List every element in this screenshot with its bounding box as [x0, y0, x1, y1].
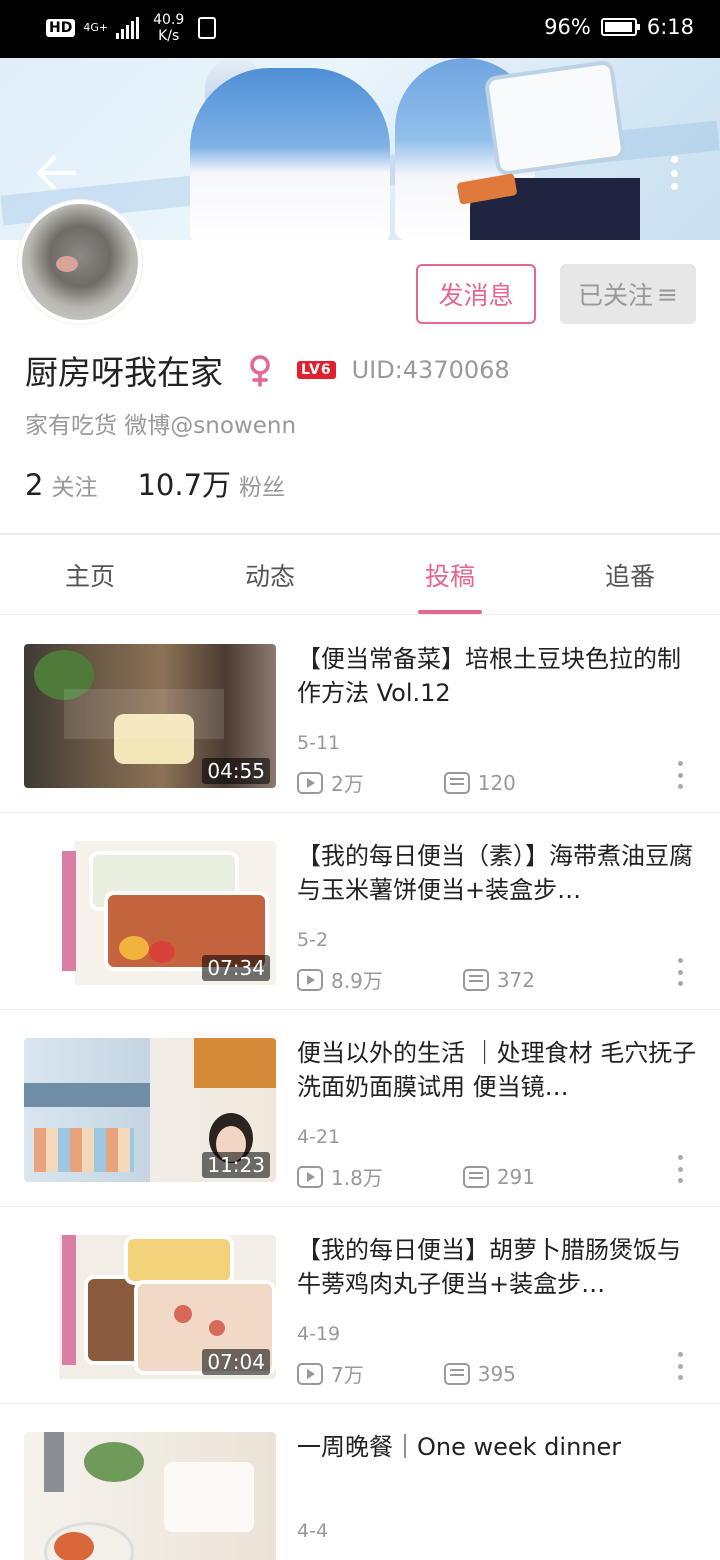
video-title[interactable]: 【我的每日便当（素）】海带煮油豆腐与玉米薯饼便当+装盒步… [297, 839, 697, 907]
comment-count: 395 [477, 1361, 516, 1386]
send-message-button[interactable]: 发消息 [416, 264, 536, 324]
video-thumbnail[interactable] [24, 1432, 276, 1560]
comment-count: 120 [477, 770, 516, 795]
video-date: 4-4 [297, 1520, 329, 1542]
video-date: 5-2 [297, 929, 329, 951]
video-meta: 2万 120 [297, 768, 516, 797]
username: 厨房呀我在家 [25, 353, 223, 392]
view-count: 2万 [331, 772, 364, 796]
speed-unit: K/s [158, 28, 180, 44]
fans-label[interactable]: 粉丝 [239, 468, 285, 502]
video-date: 4-19 [297, 1323, 341, 1345]
tab-bangumi[interactable]: 追番 [540, 535, 720, 614]
video-duration: 07:04 [202, 1349, 270, 1375]
video-meta: 7万 395 [297, 1359, 516, 1388]
more-options-icon[interactable] [676, 1352, 684, 1380]
network-speed: 40.9 K/s [153, 12, 184, 44]
comment-count: 372 [496, 967, 535, 992]
following-label[interactable]: 关注 [51, 468, 97, 502]
view-count: 7万 [331, 1363, 364, 1387]
signal-icon [116, 17, 140, 39]
video-date: 5-11 [297, 732, 341, 754]
comment-icon [462, 1165, 489, 1188]
video-item[interactable]: 07:34 【我的每日便当（素）】海带煮油豆腐与玉米薯饼便当+装盒步… 5-2 … [0, 813, 720, 1010]
tab-dynamics[interactable]: 动态 [180, 535, 360, 614]
clock: 6:18 [646, 15, 694, 39]
following-count[interactable]: 2 [25, 468, 43, 502]
female-icon [250, 355, 270, 387]
video-item[interactable]: 07:04 【我的每日便当】胡萝卜腊肠煲饭与牛蒡鸡肉丸子便当+装盒步… 4-19… [0, 1207, 720, 1404]
profile-tabs: 主页 动态 投稿 追番 [0, 535, 720, 615]
comment-icon [443, 1362, 470, 1385]
fans-count[interactable]: 10.7万 [137, 462, 231, 504]
more-options-icon[interactable] [676, 761, 684, 789]
video-title[interactable]: 【便当常备菜】培根土豆块色拉的制作方法 Vol.12 [297, 642, 697, 710]
profile-stats: 2 关注 10.7万 粉丝 [25, 462, 285, 504]
play-count-icon [297, 1362, 323, 1385]
arrow-left-icon[interactable] [34, 153, 78, 193]
level-badge: LV6 [297, 361, 336, 379]
play-count-icon [297, 1165, 323, 1188]
video-item[interactable]: 一周晚餐｜One week dinner 4-4 [0, 1404, 720, 1560]
uid-text: UID:4370068 [351, 356, 510, 384]
video-duration: 07:34 [202, 955, 270, 981]
video-duration: 11:23 [202, 1152, 270, 1178]
video-thumbnail[interactable]: 07:04 [24, 1235, 276, 1379]
view-count: 1.8万 [331, 1166, 383, 1190]
video-date: 4-21 [297, 1126, 341, 1148]
hd-badge: HD [46, 19, 76, 37]
followed-button[interactable]: 已关注 ≡ [560, 264, 696, 324]
video-title[interactable]: 一周晚餐｜One week dinner [297, 1430, 697, 1464]
profile-name-row: 厨房呀我在家 LV6 UID:4370068 [25, 346, 510, 394]
status-left: HD 4G+ 40.9 K/s [46, 12, 217, 44]
video-item[interactable]: 04:55 【便当常备菜】培根土豆块色拉的制作方法 Vol.12 5-11 2万… [0, 616, 720, 813]
speed-value: 40.9 [153, 12, 185, 28]
followed-label: 已关注 [578, 281, 654, 310]
tab-home[interactable]: 主页 [0, 535, 180, 614]
video-list: 04:55 【便当常备菜】培根土豆块色拉的制作方法 Vol.12 5-11 2万… [0, 616, 720, 1560]
battery-icon [600, 18, 640, 36]
video-item[interactable]: 11:23 便当以外的生活 ｜处理食材 毛穴抚子洗面奶面膜试用 便当镜… 4-2… [0, 1010, 720, 1207]
comment-icon [443, 771, 470, 794]
video-thumbnail[interactable]: 04:55 [24, 644, 276, 788]
more-options-icon[interactable] [676, 958, 684, 986]
status-right: 96% 6:18 [544, 15, 694, 39]
video-duration: 04:55 [202, 758, 270, 784]
video-meta: 1.8万 291 [297, 1162, 535, 1191]
more-options-icon[interactable] [676, 1155, 684, 1183]
vibrate-icon [198, 17, 217, 39]
more-vertical-icon[interactable] [664, 153, 684, 193]
play-count-icon [297, 771, 323, 794]
menu-lines-icon: ≡ [657, 279, 678, 309]
video-thumbnail[interactable]: 11:23 [24, 1038, 276, 1182]
network-type: 4G+ [83, 21, 109, 34]
video-title[interactable]: 【我的每日便当】胡萝卜腊肠煲饭与牛蒡鸡肉丸子便当+装盒步… [297, 1233, 697, 1301]
status-bar: HD 4G+ 40.9 K/s 96% 6:18 [0, 0, 720, 58]
video-title[interactable]: 便当以外的生活 ｜处理食材 毛穴抚子洗面奶面膜试用 便当镜… [297, 1036, 697, 1104]
battery-percent: 96% [544, 15, 591, 39]
avatar[interactable] [18, 200, 142, 324]
video-thumbnail[interactable]: 07:34 [24, 841, 276, 985]
view-count: 8.9万 [331, 969, 383, 993]
video-meta: 8.9万 372 [297, 965, 535, 994]
signature: 家有吃货 微博@snowenn [25, 413, 297, 439]
play-count-icon [297, 968, 323, 991]
comment-count: 291 [496, 1164, 535, 1189]
comment-icon [462, 968, 489, 991]
tab-uploads[interactable]: 投稿 [360, 535, 540, 614]
